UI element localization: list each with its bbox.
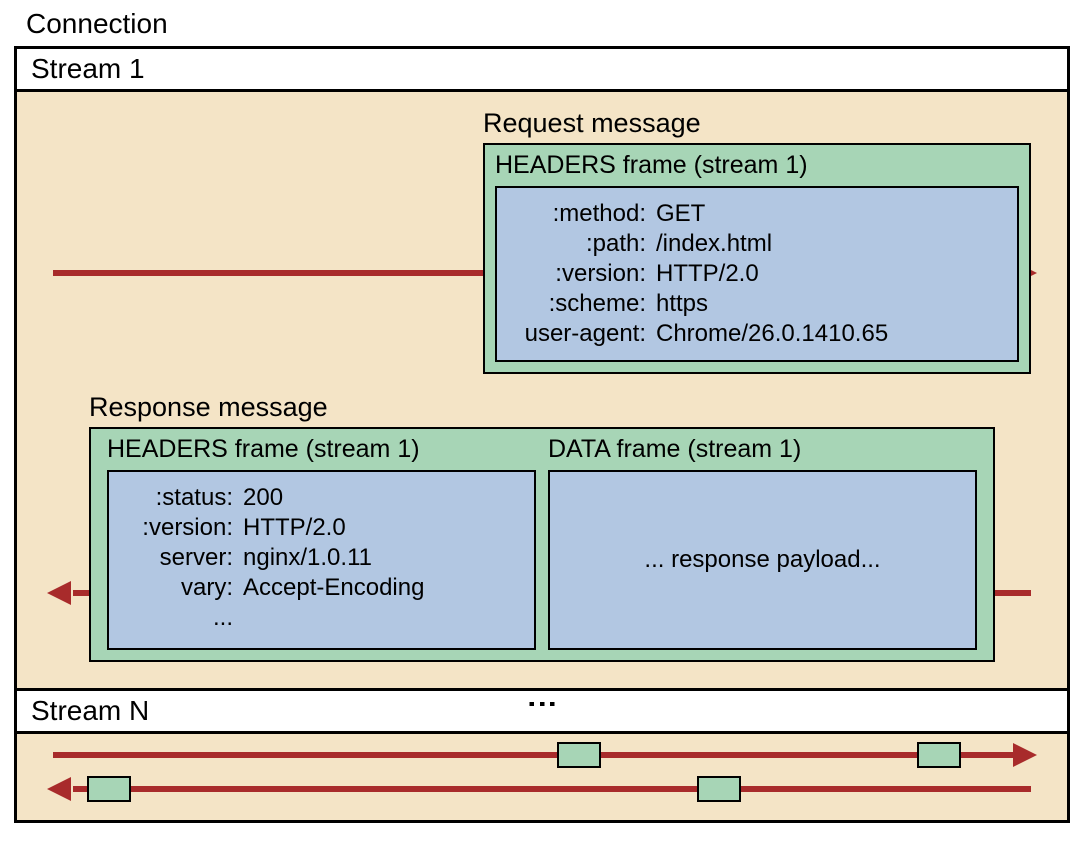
response-data-title: DATA frame (stream 1) bbox=[548, 435, 977, 464]
resp-hval: HTTP/2.0 bbox=[243, 514, 520, 542]
req-hval: https bbox=[656, 290, 1003, 318]
resp-header-row: ... bbox=[123, 604, 520, 632]
response-data-body: ... response payload... bbox=[548, 470, 977, 650]
resp-hval: nginx/1.0.11 bbox=[243, 544, 520, 572]
req-hval: GET bbox=[656, 200, 1003, 228]
resp-header-row: :version: HTTP/2.0 bbox=[123, 514, 520, 542]
stream1-header: Stream 1 bbox=[17, 49, 1067, 92]
req-hkey: :scheme: bbox=[511, 290, 646, 318]
req-header-row: user-agent: Chrome/26.0.1410.65 bbox=[511, 320, 1003, 348]
resp-hkey: vary: bbox=[123, 574, 233, 602]
connection-box: Stream 1 Request message HEADERS frame (… bbox=[14, 46, 1070, 823]
req-header-row: :path: /index.html bbox=[511, 230, 1003, 258]
response-message-area: Response message HEADERS frame (stream 1… bbox=[53, 392, 1031, 662]
streamn-req-arrow-head bbox=[1013, 743, 1037, 767]
resp-header-row: server: nginx/1.0.11 bbox=[123, 544, 520, 572]
response-frame-group: HEADERS frame (stream 1) :status: 200 :ve… bbox=[89, 427, 995, 662]
stream1-body: Request message HEADERS frame (stream 1)… bbox=[17, 92, 1067, 691]
frame-chip bbox=[87, 776, 131, 802]
req-header-row: :version: HTTP/2.0 bbox=[511, 260, 1003, 288]
response-headers-body: :status: 200 :version: HTTP/2.0 server: ngi… bbox=[107, 470, 536, 650]
req-hkey: :version: bbox=[511, 260, 646, 288]
streamn-label: Stream N bbox=[31, 695, 149, 726]
req-hval: /index.html bbox=[656, 230, 1003, 258]
resp-hkey: server: bbox=[123, 544, 233, 572]
resp-hval bbox=[243, 604, 520, 632]
request-frame-body: :method: GET :path: /index.html :version: H… bbox=[495, 186, 1019, 362]
response-data-col: DATA frame (stream 1) ... response paylo… bbox=[542, 435, 983, 650]
resp-header-row: vary: Accept-Encoding bbox=[123, 574, 520, 602]
request-headers-frame: HEADERS frame (stream 1) :method: GET :pa… bbox=[483, 143, 1031, 374]
request-frame-title: HEADERS frame (stream 1) bbox=[495, 151, 1019, 180]
streamn-body bbox=[17, 734, 1067, 820]
response-headers-col: HEADERS frame (stream 1) :status: 200 :ve… bbox=[101, 435, 542, 650]
frame-chip bbox=[917, 742, 961, 768]
req-header-row: :method: GET bbox=[511, 200, 1003, 228]
resp-hval: Accept-Encoding bbox=[243, 574, 520, 602]
resp-hkey: :status: bbox=[123, 484, 233, 512]
resp-hkey: :version: bbox=[123, 514, 233, 542]
connection-label: Connection bbox=[26, 8, 1072, 40]
streamn-req-arrow-line bbox=[53, 752, 1019, 758]
frame-chip bbox=[557, 742, 601, 768]
request-label: Request message bbox=[483, 108, 1031, 139]
resp-header-row: :status: 200 bbox=[123, 484, 520, 512]
response-headers-title: HEADERS frame (stream 1) bbox=[107, 435, 536, 464]
request-message-area: Request message HEADERS frame (stream 1)… bbox=[483, 108, 1031, 374]
req-hkey: :method: bbox=[511, 200, 646, 228]
req-hval: Chrome/26.0.1410.65 bbox=[656, 320, 1003, 348]
req-header-row: :scheme: https bbox=[511, 290, 1003, 318]
streamn-header: Stream N ⋮ bbox=[17, 691, 1067, 734]
frame-chip bbox=[697, 776, 741, 802]
streamn-resp-arrow-head bbox=[47, 777, 71, 801]
req-hval: HTTP/2.0 bbox=[656, 260, 1003, 288]
resp-hkey: ... bbox=[123, 604, 233, 632]
req-hkey: :path: bbox=[511, 230, 646, 258]
req-hkey: user-agent: bbox=[511, 320, 646, 348]
response-label: Response message bbox=[89, 392, 1031, 423]
ellipsis-icon: ⋮ bbox=[538, 689, 547, 721]
resp-hval: 200 bbox=[243, 484, 520, 512]
streamn-resp-arrow-line bbox=[73, 786, 1031, 792]
